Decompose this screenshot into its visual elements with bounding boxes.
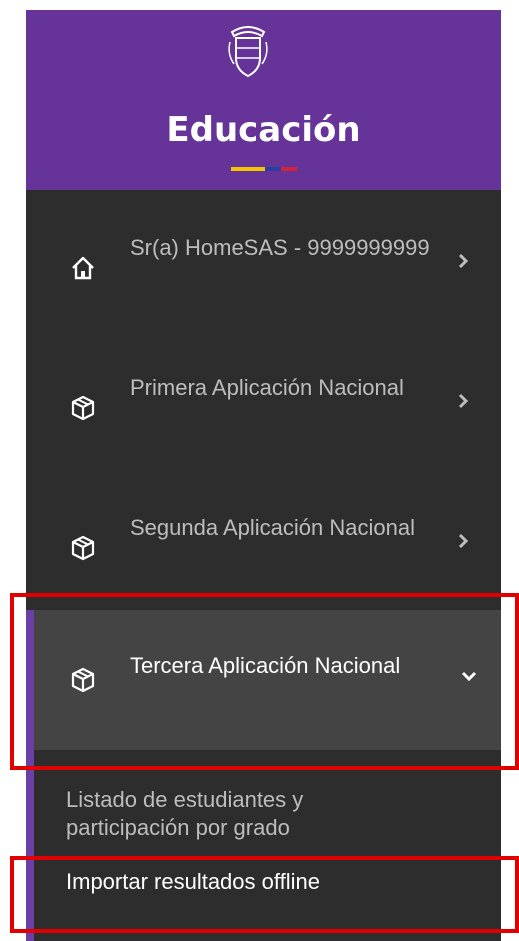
highlight-box-importar bbox=[10, 856, 519, 933]
package-icon bbox=[71, 395, 95, 421]
flag-stripe bbox=[231, 167, 297, 171]
chevron-right-icon bbox=[458, 253, 469, 269]
sidebar: Educación Sr(a) HomeSAS - 9999999999 Pri… bbox=[26, 10, 501, 941]
chevron-right-icon bbox=[458, 533, 469, 549]
chevron-right-icon bbox=[458, 393, 469, 409]
sidebar-header: Educación bbox=[26, 10, 501, 190]
brand-title: Educación bbox=[166, 110, 361, 150]
home-icon bbox=[72, 256, 94, 280]
package-icon bbox=[71, 535, 95, 561]
menu-item-primera[interactable]: Primera Aplicación Nacional bbox=[26, 335, 501, 475]
menu-item-home[interactable]: Sr(a) HomeSAS - 9999999999 bbox=[26, 195, 501, 335]
menu-item-label: Sr(a) HomeSAS - 9999999999 bbox=[130, 235, 430, 260]
submenu-item-label: Listado de estudiantes y participación p… bbox=[66, 787, 304, 840]
menu-item-label: Primera Aplicación Nacional bbox=[130, 375, 404, 400]
menu-item-label: Segunda Aplicación Nacional bbox=[130, 515, 415, 540]
coat-of-arms-icon bbox=[228, 26, 268, 78]
highlight-box-tercera bbox=[10, 593, 519, 770]
